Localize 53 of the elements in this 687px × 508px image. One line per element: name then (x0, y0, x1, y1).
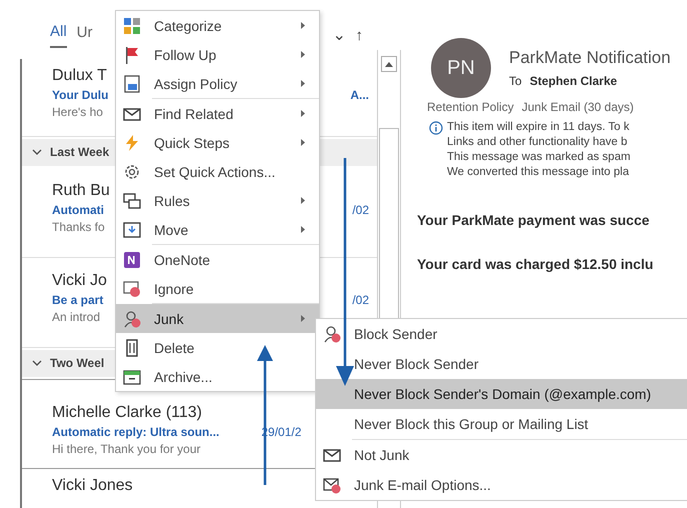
menu-item[interactable]: Never Block this Group or Mailing List (316, 409, 687, 439)
menu-item[interactable]: Not Junk (316, 440, 687, 470)
message-subject: Automati (52, 202, 104, 217)
message-subject: Automatic reply: Ultra soun... (52, 424, 220, 439)
sender-name: Vicki Jo (52, 272, 107, 290)
info-text: Links and other functionality have b (447, 135, 628, 150)
menu-item[interactable]: Junk (116, 304, 319, 333)
menu-item[interactable]: Block Sender (316, 319, 687, 349)
menu-item[interactable]: Never Block Sender (316, 349, 687, 379)
retention-label: Retention Policy (427, 100, 514, 114)
message-subject: A... (350, 88, 369, 102)
to-label: To (509, 74, 522, 88)
menu-item[interactable]: Delete (116, 333, 319, 362)
message-date: /02 (352, 202, 369, 217)
menu-item[interactable]: Archive... (116, 362, 319, 391)
retention-value: Junk Email (30 days) (522, 100, 634, 114)
menu-item[interactable]: OneNote (116, 245, 319, 274)
menu-item[interactable]: Never Block Sender's Domain (@example.com) (316, 379, 687, 409)
message-subject: Be a part (52, 292, 104, 307)
recipient-name: Stephen Clarke (530, 74, 618, 88)
info-text: We converted this message into pla (447, 165, 630, 180)
menu-item[interactable]: Move (116, 215, 319, 244)
message-subject: Your Dulu (52, 88, 108, 102)
menu-item[interactable]: Categorize (116, 11, 319, 40)
sender-name: ParkMate Notification (509, 48, 671, 68)
sender-name: Michelle Clarke (113) (52, 404, 202, 422)
sender-name: Vicki Jones (52, 476, 133, 495)
message-body-text: Your card was charged $12.50 inclu (417, 256, 654, 272)
menu-item[interactable]: Quick Steps (116, 128, 319, 157)
sort-direction-button[interactable]: ↑ (356, 26, 363, 44)
message-preview: Thanks fo (52, 220, 105, 234)
message-preview: Hi there, Thank you for your (52, 442, 201, 456)
filter-tab[interactable]: Ur (76, 24, 92, 47)
message-preview: Here's ho (52, 104, 103, 119)
group-label: Last Week (50, 145, 110, 160)
sort-dropdown[interactable]: ⌄ (332, 25, 346, 46)
sender-name: Dulux T (52, 66, 107, 85)
message-body-text: Your ParkMate payment was succe (417, 212, 650, 228)
menu-item[interactable]: Ignore (116, 274, 319, 303)
filter-tab[interactable]: All (50, 22, 67, 48)
message-preview: An introd (52, 310, 100, 324)
sender-name: Ruth Bu (52, 182, 110, 200)
menu-item[interactable]: Find Related (116, 99, 319, 128)
message-date: /02 (352, 292, 369, 307)
info-text: This message was marked as spam (447, 150, 630, 165)
group-label: Two Weel (50, 356, 104, 370)
menu-item[interactable]: Junk E-mail Options... (316, 470, 687, 500)
menu-item[interactable]: Assign Policy (116, 69, 319, 98)
info-text: This item will expire in 11 days. To k (447, 120, 630, 135)
menu-item[interactable]: Set Quick Actions... (116, 157, 319, 186)
avatar: PN (431, 38, 491, 98)
menu-item[interactable]: Follow Up (116, 40, 319, 69)
menu-item[interactable]: Rules (116, 186, 319, 215)
